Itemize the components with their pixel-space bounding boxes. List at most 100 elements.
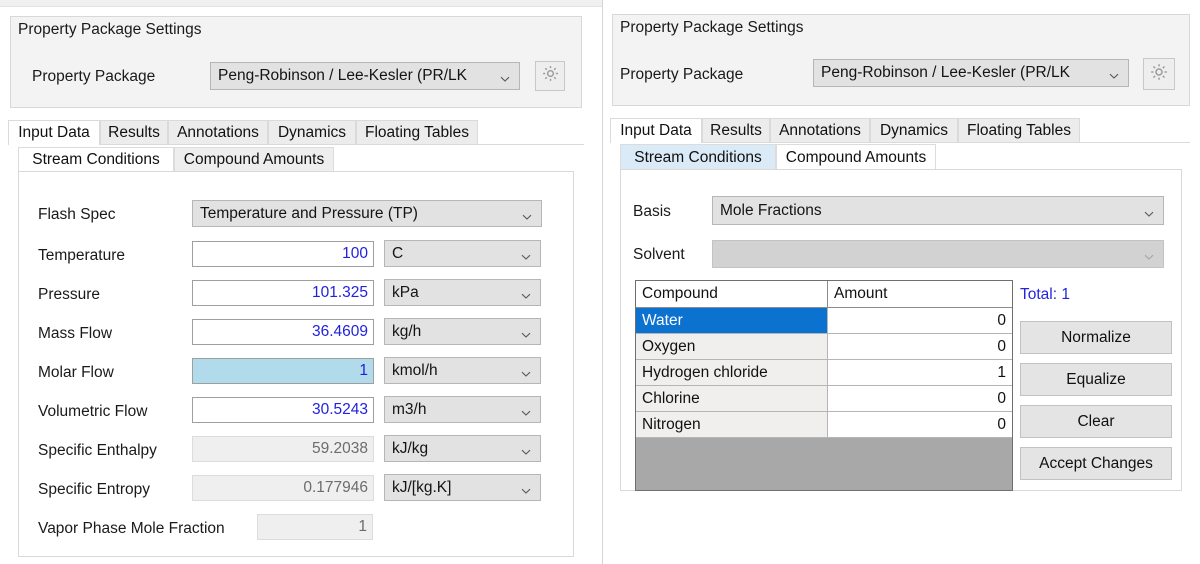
subtab-stream-conditions[interactable]: Stream Conditions bbox=[620, 144, 776, 170]
gear-icon bbox=[1149, 62, 1169, 87]
vapor-phase-mole-fraction-value: 1 bbox=[358, 518, 367, 535]
total-label: Total: 1 bbox=[1020, 286, 1070, 303]
cell-amount[interactable]: 1 bbox=[828, 360, 1012, 386]
property-package-label: Property Package bbox=[32, 68, 156, 85]
chevron-down-icon bbox=[521, 444, 531, 455]
table-row[interactable]: Chlorine 0 bbox=[636, 386, 1012, 412]
accept-changes-button[interactable]: Accept Changes bbox=[1020, 447, 1172, 480]
compound-amounts-grid[interactable]: Compound Amount Water 0 Oxygen 0 Hydroge… bbox=[635, 280, 1013, 491]
specific-enthalpy-label: Specific Enthalpy bbox=[38, 442, 157, 459]
mass-flow-unit-combobox[interactable]: kg/h bbox=[384, 318, 541, 345]
tab-annotations[interactable]: Annotations bbox=[770, 118, 870, 143]
molar-flow-unit: kmol/h bbox=[392, 361, 438, 379]
tab-floating-tables[interactable]: Floating Tables bbox=[958, 118, 1080, 143]
equalize-button[interactable]: Equalize bbox=[1020, 363, 1172, 396]
subtab-label: Compound Amounts bbox=[785, 148, 927, 166]
tab-input-data[interactable]: Input Data bbox=[8, 120, 100, 145]
solvent-label: Solvent bbox=[633, 246, 685, 263]
molar-flow-unit-combobox[interactable]: kmol/h bbox=[384, 357, 541, 384]
subtab-stream-conditions[interactable]: Stream Conditions bbox=[18, 147, 174, 172]
tab-input-data[interactable]: Input Data bbox=[610, 118, 702, 143]
normalize-button[interactable]: Normalize bbox=[1020, 321, 1172, 354]
volumetric-flow-value: 30.5243 bbox=[311, 401, 368, 418]
chevron-down-icon bbox=[522, 209, 532, 220]
pressure-unit-combobox[interactable]: kPa bbox=[384, 279, 541, 306]
tab-label: Results bbox=[710, 122, 762, 139]
cell-compound[interactable]: Water bbox=[636, 308, 828, 334]
property-package-combobox[interactable]: Peng-Robinson / Lee-Kesler (PR/LK bbox=[210, 62, 520, 90]
tab-dynamics[interactable]: Dynamics bbox=[268, 120, 356, 145]
tab-results[interactable]: Results bbox=[100, 120, 168, 145]
tab-label: Floating Tables bbox=[967, 122, 1071, 139]
temperature-unit: C bbox=[392, 244, 404, 262]
tab-label: Input Data bbox=[18, 124, 90, 141]
chevron-down-icon bbox=[521, 288, 531, 299]
subtab-compound-amounts[interactable]: Compound Amounts bbox=[174, 147, 334, 172]
specific-enthalpy-field: 59.2038 bbox=[192, 436, 374, 462]
specific-entropy-label: Specific Entropy bbox=[38, 481, 150, 498]
tab-label: Results bbox=[108, 124, 160, 141]
mass-flow-input[interactable]: 36.4609 bbox=[192, 319, 374, 345]
cell-compound[interactable]: Oxygen bbox=[636, 334, 828, 360]
tab-annotations[interactable]: Annotations bbox=[168, 120, 268, 145]
tab-label: Dynamics bbox=[277, 124, 347, 141]
tab-label: Input Data bbox=[620, 122, 692, 139]
volumetric-flow-input[interactable]: 30.5243 bbox=[192, 397, 374, 423]
volumetric-flow-unit: m3/h bbox=[392, 400, 427, 418]
property-package-value: Peng-Robinson / Lee-Kesler (PR/LK bbox=[821, 64, 1070, 81]
chevron-down-icon bbox=[521, 366, 531, 377]
cell-compound[interactable]: Chlorine bbox=[636, 386, 828, 412]
cell-amount[interactable]: 0 bbox=[828, 386, 1012, 412]
tab-dynamics[interactable]: Dynamics bbox=[870, 118, 958, 143]
specific-entropy-value: 0.177946 bbox=[303, 479, 368, 496]
tab-label: Annotations bbox=[177, 124, 259, 141]
specific-enthalpy-unit-combobox[interactable]: kJ/kg bbox=[384, 435, 541, 462]
temperature-unit-combobox[interactable]: C bbox=[384, 240, 541, 267]
temperature-input[interactable]: 100 bbox=[192, 241, 374, 267]
subtab-compound-amounts[interactable]: Compound Amounts bbox=[776, 144, 936, 170]
cell-amount[interactable]: 0 bbox=[828, 412, 1012, 438]
flash-spec-combobox[interactable]: Temperature and Pressure (TP) bbox=[192, 200, 542, 227]
tab-floating-tables[interactable]: Floating Tables bbox=[356, 120, 478, 145]
tab-results[interactable]: Results bbox=[702, 118, 770, 143]
chevron-down-icon bbox=[1109, 68, 1119, 79]
tab-label: Annotations bbox=[779, 122, 861, 139]
property-package-groupbox-title: Property Package Settings bbox=[616, 19, 808, 37]
chevron-down-icon bbox=[500, 71, 510, 82]
solvent-combobox[interactable] bbox=[712, 240, 1164, 268]
chevron-down-icon bbox=[1144, 249, 1154, 260]
pressure-input[interactable]: 101.325 bbox=[192, 280, 374, 306]
specific-entropy-unit-combobox[interactable]: kJ/[kg.K] bbox=[384, 474, 541, 501]
table-row[interactable]: Nitrogen 0 bbox=[636, 412, 1012, 438]
property-package-combobox[interactable]: Peng-Robinson / Lee-Kesler (PR/LK bbox=[813, 59, 1129, 87]
subtab-label: Stream Conditions bbox=[32, 151, 160, 168]
left-inner-tabstrip: Stream Conditions Compound Amounts bbox=[18, 147, 578, 172]
molar-flow-value: 1 bbox=[359, 362, 368, 379]
property-package-settings-button[interactable] bbox=[535, 61, 565, 91]
table-row[interactable]: Oxygen 0 bbox=[636, 334, 1012, 360]
tab-label: Floating Tables bbox=[365, 124, 469, 141]
table-row[interactable]: Water 0 bbox=[636, 308, 1012, 334]
clear-button[interactable]: Clear bbox=[1020, 405, 1172, 438]
right-panel: Property Package Settings Property Packa… bbox=[602, 0, 1200, 564]
property-package-settings-button[interactable] bbox=[1143, 58, 1175, 90]
pressure-unit: kPa bbox=[392, 283, 419, 301]
molar-flow-label: Molar Flow bbox=[38, 364, 114, 381]
volumetric-flow-unit-combobox[interactable]: m3/h bbox=[384, 396, 541, 423]
column-header-amount[interactable]: Amount bbox=[828, 281, 1012, 307]
column-header-compound[interactable]: Compound bbox=[636, 281, 828, 307]
chevron-down-icon bbox=[521, 483, 531, 494]
chevron-down-icon bbox=[521, 405, 531, 416]
button-label: Clear bbox=[1077, 412, 1115, 430]
table-row[interactable]: Hydrogen chloride 1 bbox=[636, 360, 1012, 386]
cell-compound[interactable]: Hydrogen chloride bbox=[636, 360, 828, 386]
cell-amount[interactable]: 0 bbox=[828, 308, 1012, 334]
right-outer-tabstrip: Input Data Results Annotations Dynamics … bbox=[610, 118, 1190, 143]
molar-flow-input[interactable]: 1 bbox=[192, 358, 374, 384]
cell-compound[interactable]: Nitrogen bbox=[636, 412, 828, 438]
button-label: Equalize bbox=[1066, 370, 1126, 388]
cell-amount[interactable]: 0 bbox=[828, 334, 1012, 360]
basis-combobox[interactable]: Mole Fractions bbox=[712, 196, 1164, 225]
pressure-value: 101.325 bbox=[311, 284, 368, 301]
property-package-groupbox-title: Property Package Settings bbox=[14, 21, 206, 39]
